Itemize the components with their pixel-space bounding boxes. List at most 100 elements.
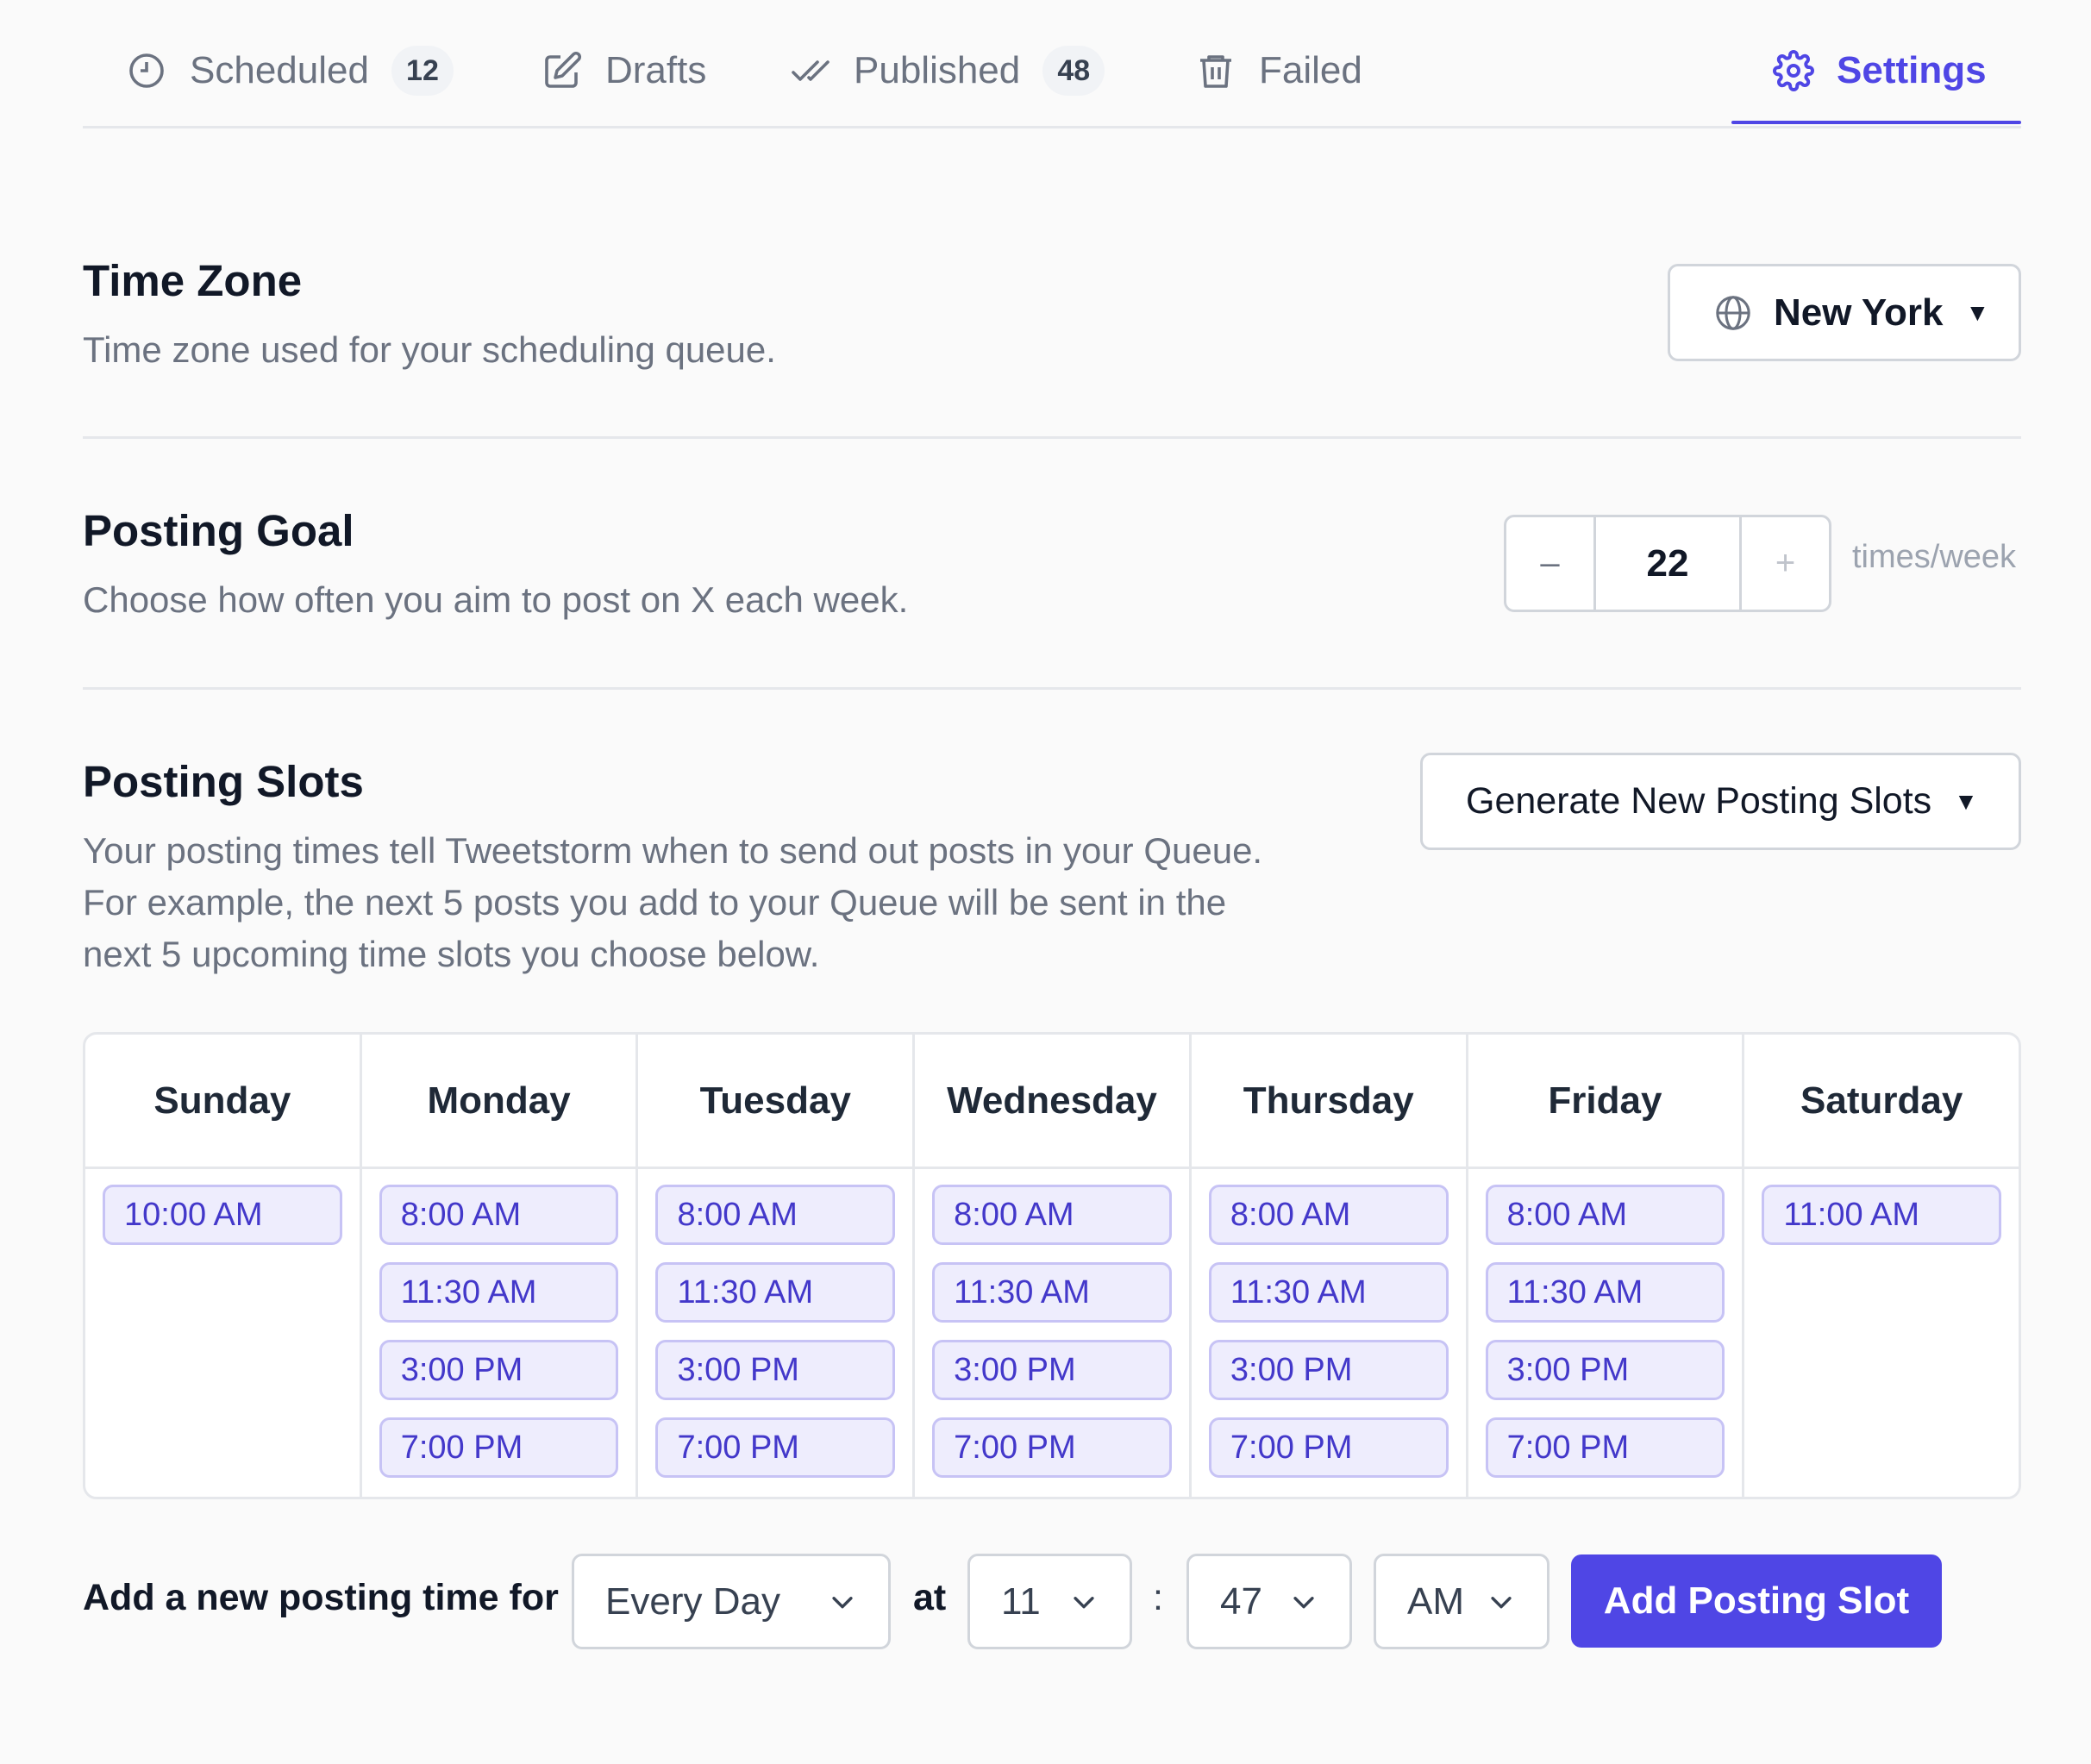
divider (83, 687, 2021, 690)
tab-label: Settings (1837, 49, 1987, 91)
gear-icon (1773, 50, 1814, 91)
time-slot[interactable]: 11:30 AM (655, 1262, 896, 1323)
time-slot[interactable]: 11:30 AM (932, 1262, 1172, 1323)
hour-select[interactable]: 11 (967, 1554, 1132, 1649)
edit-icon (542, 50, 583, 91)
posting-goal-value[interactable]: 22 (1593, 517, 1742, 610)
time-slot[interactable]: 11:00 AM (1762, 1185, 2002, 1245)
posting-goal-description: Choose how often you aim to post on X ea… (83, 579, 909, 620)
caret-down-icon: ▼ (1954, 787, 1978, 815)
globe-icon (1713, 293, 1753, 333)
time-slot[interactable]: 7:00 PM (379, 1417, 619, 1478)
minute-value: 47 (1220, 1579, 1262, 1623)
day-slots: 8:00 AM 11:30 AM 3:00 PM 7:00 PM (362, 1169, 636, 1478)
day-column-saturday: Saturday 11:00 AM (1742, 1035, 2019, 1497)
chevron-down-icon (1293, 1597, 1314, 1609)
time-slot[interactable]: 11:30 AM (1485, 1262, 1725, 1323)
posting-goal-unit: times/week (1852, 539, 2017, 575)
tab-drafts[interactable]: Drafts (542, 36, 706, 105)
day-column-thursday: Thursday 8:00 AM 11:30 AM 3:00 PM 7:00 PM (1188, 1035, 1466, 1497)
day-slots: 8:00 AM 11:30 AM 3:00 PM 7:00 PM (915, 1169, 1189, 1478)
time-slot[interactable]: 7:00 PM (1485, 1417, 1725, 1478)
day-header: Tuesday (638, 1035, 913, 1169)
time-slot[interactable]: 7:00 PM (655, 1417, 896, 1478)
time-slot[interactable]: 8:00 AM (1485, 1185, 1725, 1245)
day-column-sunday: Sunday 10:00 AM (85, 1035, 360, 1497)
tab-label: Scheduled (190, 49, 369, 91)
day-header: Thursday (1191, 1035, 1466, 1169)
tab-published[interactable]: Published 48 (790, 36, 1105, 105)
divider (83, 436, 2021, 439)
time-slot[interactable]: 8:00 AM (379, 1185, 619, 1245)
add-slot-label: Add a new posting time for (83, 1577, 559, 1618)
timezone-title: Time Zone (83, 256, 303, 305)
tab-label: Published (854, 49, 1021, 91)
increment-button[interactable]: + (1742, 517, 1829, 610)
day-column-tuesday: Tuesday 8:00 AM 11:30 AM 3:00 PM 7:00 PM (635, 1035, 913, 1497)
time-slot[interactable]: 11:30 AM (1208, 1262, 1449, 1323)
hour-value: 11 (1001, 1579, 1041, 1623)
settings-page: Scheduled 12 Drafts Published 48 Failed (0, 0, 2091, 1764)
posting-slots-grid: Sunday 10:00 AM Monday 8:00 AM 11:30 AM 3:00 … (83, 1032, 2021, 1499)
posting-slots-title: Posting Slots (83, 757, 364, 806)
timezone-description: Time zone used for your scheduling queue… (83, 329, 776, 370)
period-value: AM (1407, 1579, 1464, 1623)
day-slots: 11:00 AM (1744, 1169, 2019, 1245)
day-slots: 8:00 AM 11:30 AM 3:00 PM 7:00 PM (1192, 1169, 1466, 1478)
day-select-value: Every Day (605, 1579, 780, 1623)
time-slot[interactable]: 8:00 AM (1208, 1185, 1449, 1245)
description-line: next 5 upcoming time slots you choose be… (83, 934, 820, 974)
time-slot[interactable]: 3:00 PM (655, 1340, 896, 1400)
time-slot[interactable]: 7:00 PM (932, 1417, 1172, 1478)
posting-goal-title: Posting Goal (83, 506, 354, 555)
period-select[interactable]: AM (1374, 1554, 1549, 1649)
generate-slots-dropdown[interactable]: Generate New Posting Slots ▼ (1420, 753, 2021, 850)
clock-icon (126, 50, 167, 91)
minute-select[interactable]: 47 (1186, 1554, 1352, 1649)
day-header: Wednesday (915, 1035, 1189, 1169)
posting-slots-description: Your posting times tell Tweetstorm when … (83, 825, 1262, 980)
count-badge: 12 (391, 46, 454, 96)
trash-icon (1195, 50, 1236, 91)
tab-label: Failed (1259, 49, 1362, 91)
day-slots: 10:00 AM (85, 1169, 360, 1245)
day-slots: 8:00 AM 11:30 AM 3:00 PM 7:00 PM (1468, 1169, 1743, 1478)
chevron-down-icon (832, 1597, 853, 1609)
chevron-down-icon (1074, 1597, 1094, 1609)
time-slot[interactable]: 8:00 AM (655, 1185, 896, 1245)
generate-slots-label: Generate New Posting Slots (1466, 780, 1932, 822)
day-slots: 8:00 AM 11:30 AM 3:00 PM 7:00 PM (638, 1169, 912, 1478)
day-header: Monday (361, 1035, 636, 1169)
count-badge: 48 (1042, 46, 1105, 96)
time-slot[interactable]: 8:00 AM (932, 1185, 1172, 1245)
timezone-select[interactable]: New York ▼ (1668, 264, 2021, 361)
day-column-wednesday: Wednesday 8:00 AM 11:30 AM 3:00 PM 7:00 PM (912, 1035, 1189, 1497)
time-slot[interactable]: 7:00 PM (1208, 1417, 1449, 1478)
at-label: at (913, 1577, 947, 1618)
day-header: Friday (1468, 1035, 1743, 1169)
posting-goal-stepper: – 22 + (1504, 515, 1831, 612)
active-tab-indicator (1731, 121, 2021, 124)
description-line: For example, the next 5 posts you add to… (83, 882, 1227, 923)
time-slot[interactable]: 3:00 PM (1208, 1340, 1449, 1400)
tab-bar: Scheduled 12 Drafts Published 48 Failed (83, 0, 2021, 128)
add-posting-slot-button[interactable]: Add Posting Slot (1571, 1554, 1942, 1648)
time-separator: : (1153, 1577, 1163, 1618)
tab-scheduled[interactable]: Scheduled 12 (126, 36, 454, 105)
chevron-down-icon (1491, 1597, 1512, 1609)
double-check-icon (790, 50, 831, 91)
decrement-button[interactable]: – (1506, 517, 1593, 610)
tab-settings[interactable]: Settings (1773, 36, 1987, 105)
tab-failed[interactable]: Failed (1195, 36, 1362, 105)
time-slot[interactable]: 11:30 AM (379, 1262, 619, 1323)
day-header: Saturday (1744, 1035, 2019, 1169)
time-slot[interactable]: 10:00 AM (103, 1185, 342, 1245)
tab-label: Drafts (605, 49, 707, 91)
timezone-value: New York (1774, 291, 1944, 334)
time-slot[interactable]: 3:00 PM (932, 1340, 1172, 1400)
day-select[interactable]: Every Day (572, 1554, 891, 1649)
time-slot[interactable]: 3:00 PM (1485, 1340, 1725, 1400)
time-slot[interactable]: 3:00 PM (379, 1340, 619, 1400)
day-header: Sunday (85, 1035, 360, 1169)
day-column-friday: Friday 8:00 AM 11:30 AM 3:00 PM 7:00 PM (1465, 1035, 1743, 1497)
